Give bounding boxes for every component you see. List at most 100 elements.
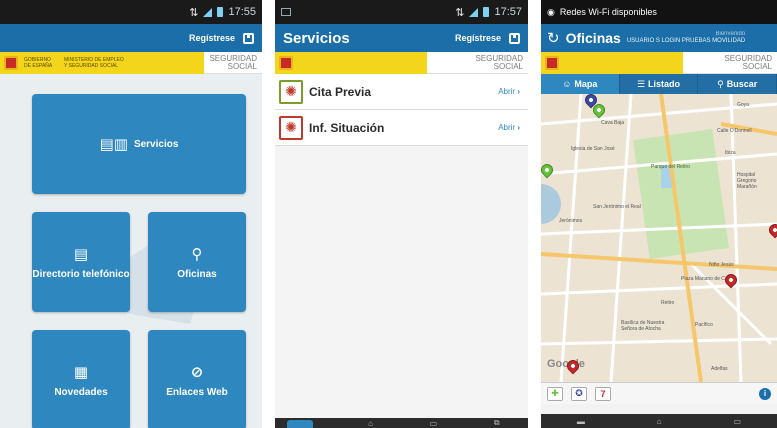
home-icon[interactable]: ⌂ (657, 417, 662, 426)
map-label: Hospital Gregorio Marañón (737, 172, 757, 190)
phone-home-screen: ⇅ 17:55 Regístrese GOBIERNO DE ESPAÑA MI… (0, 0, 262, 428)
home-icon[interactable]: ⌂ (368, 419, 373, 428)
ministry-logo (275, 51, 427, 74)
map-label: Iglesia de San José (571, 146, 615, 152)
coat-of-arms-icon (4, 55, 18, 70)
chevron-right-icon: › (517, 123, 520, 132)
ss-emblem-icon: ✺ (279, 79, 303, 104)
map-label: Parque del Retiro (651, 164, 690, 170)
tab-listado[interactable]: ☰ Listado (620, 74, 699, 94)
user-info: Bienvenido USUARIO S LOGIN PRUEBAS MOVIL… (627, 31, 745, 45)
tab-label: Mapa (574, 79, 598, 89)
map-label: Cava Baja (601, 120, 625, 126)
action-bar: Regístrese (0, 24, 262, 52)
battery-icon (217, 7, 224, 17)
map-label: Basílica de Nuestra Señora de Atocha (621, 320, 665, 332)
ministry-logo: GOBIERNO DE ESPAÑA MINISTERIO DE EMPLEO … (0, 51, 205, 74)
refresh-icon[interactable]: ↻ (547, 29, 560, 47)
battery-icon (483, 7, 490, 17)
logo-ss-line2: SOCIAL (227, 61, 257, 71)
enlaces-tile[interactable]: ⊘ Enlaces Web (148, 330, 246, 428)
tab-buscar[interactable]: ⚲ Buscar (698, 74, 777, 94)
map-label: Goya (737, 102, 749, 108)
logo-ss-line2: SOCIAL (742, 61, 772, 71)
tab-label: Listado (648, 79, 681, 89)
status-bar: ⇅ 17:57 (275, 0, 528, 24)
status-bar: ⇅ 17:55 (0, 0, 262, 24)
map-label: San Jerónimo el Real (593, 204, 641, 210)
red-filter-icon[interactable]: 7 (595, 386, 611, 401)
bottom-nav-bar: ▬ ⌂ ▭ (541, 414, 777, 428)
status-time: 17:55 (228, 6, 256, 18)
green-filter-icon[interactable]: ✚ (547, 386, 563, 401)
map-label: Ibiza (725, 150, 736, 156)
logo-bar: SEGURIDAD SOCIAL (541, 51, 777, 74)
open-label: Abrir (498, 123, 516, 132)
back-icon[interactable]: ▬ (577, 417, 585, 426)
ministry-text: MINISTERIO DE EMPLEO Y SEGURIDAD SOCIAL (64, 56, 124, 69)
logo-ss-line2: SOCIAL (493, 61, 523, 71)
action-bar: Servicios Regístrese (275, 24, 528, 52)
open-label: Abrir (498, 87, 516, 96)
government-text: GOBIERNO DE ESPAÑA (24, 56, 53, 69)
tab-mapa[interactable]: ☺ Mapa (541, 74, 620, 94)
map-label: Jerónimos (559, 218, 583, 224)
welcome-text: Bienvenido (715, 31, 746, 37)
truck-icon: ▤▥ (99, 136, 128, 153)
list-item-inf-situacion[interactable]: ✺ Inf. Situación Abrir › (275, 110, 528, 146)
seguridad-social-logo: SEGURIDAD SOCIAL (724, 54, 777, 71)
list-item-label: Inf. Situación (309, 120, 385, 135)
register-link[interactable]: Regístrese (189, 33, 235, 43)
seguridad-social-logo: SEGURIDAD SOCIAL (209, 54, 262, 71)
person-icon: ☺ (562, 79, 572, 89)
menu-icon[interactable]: ▭ (733, 417, 741, 426)
list-item-label: Cita Previa (309, 84, 372, 99)
action-bar: ↻ Oficinas Bienvenido USUARIO S LOGIN PR… (541, 24, 777, 52)
open-link[interactable]: Abrir › (498, 123, 524, 132)
logo-bar: GOBIERNO DE ESPAÑA MINISTERIO DE EMPLEO … (0, 51, 262, 74)
logo-bar: SEGURIDAD SOCIAL (275, 51, 528, 74)
oficinas-tile[interactable]: ⚲ Oficinas (148, 212, 246, 312)
map-streets (541, 94, 777, 382)
account-icon[interactable] (243, 32, 254, 44)
novedades-tile[interactable]: ▦ Novedades (32, 330, 130, 428)
recent-apps-icon[interactable]: ⧉ (494, 418, 500, 428)
seguridad-social-logo: SEGURIDAD SOCIAL (475, 54, 528, 71)
phone-oficinas-screen: ◉ Redes Wi-Fi disponibles ↻ Oficinas Bie… (541, 0, 777, 428)
blue-filter-icon[interactable]: ✪ (571, 386, 587, 401)
account-icon[interactable] (509, 32, 520, 44)
enlaces-label: Enlaces Web (166, 386, 228, 398)
signal-icon (203, 7, 213, 17)
network-icon: ⇅ (455, 6, 465, 19)
user-name: USUARIO S LOGIN PRUEBAS MOVILIDAD (626, 38, 746, 44)
list-item-cita-previa[interactable]: ✺ Cita Previa Abrir › (275, 74, 528, 110)
home-tiles-area: ▤▥ Servicios ▤ Directorio telefónico ⚲ O… (0, 74, 262, 428)
directorio-label: Directorio telefónico (32, 268, 130, 280)
search-icon: ⚲ (717, 78, 724, 89)
paperclip-icon: ⊘ (190, 363, 204, 381)
ministry-logo (541, 51, 683, 74)
coat-of-arms-icon (545, 55, 559, 70)
phone-servicios-screen: ⇅ 17:57 Servicios Regístrese SEGURIDAD S… (275, 0, 528, 428)
register-link[interactable]: Regístrese (455, 33, 501, 43)
open-link[interactable]: Abrir › (498, 87, 524, 96)
map-label: Adelfas (711, 366, 728, 372)
document-icon: ▤ (73, 245, 89, 263)
info-icon[interactable]: i (759, 387, 771, 400)
servicios-label: Servicios (133, 138, 179, 150)
wifi-notice: Redes Wi-Fi disponibles (559, 7, 657, 17)
screenshot-icon (281, 8, 291, 16)
signal-icon (469, 7, 479, 17)
empty-list-area (275, 146, 528, 428)
tab-label: Buscar (726, 79, 758, 89)
map-view[interactable]: Cava Baja Iglesia de San José Parque del… (541, 94, 777, 382)
servicios-tile[interactable]: ▤▥ Servicios (32, 94, 246, 194)
novedades-label: Novedades (54, 386, 108, 398)
status-time: 17:57 (494, 6, 522, 18)
map-label: Calle O'Donnell (717, 128, 752, 134)
page-title: Servicios (283, 29, 350, 47)
menu-icon[interactable]: ▭ (430, 419, 438, 428)
notification-bar: ◉ Redes Wi-Fi disponibles (541, 0, 777, 24)
directorio-tile[interactable]: ▤ Directorio telefónico (32, 212, 130, 312)
location-pin-icon: ⚲ (191, 245, 203, 263)
